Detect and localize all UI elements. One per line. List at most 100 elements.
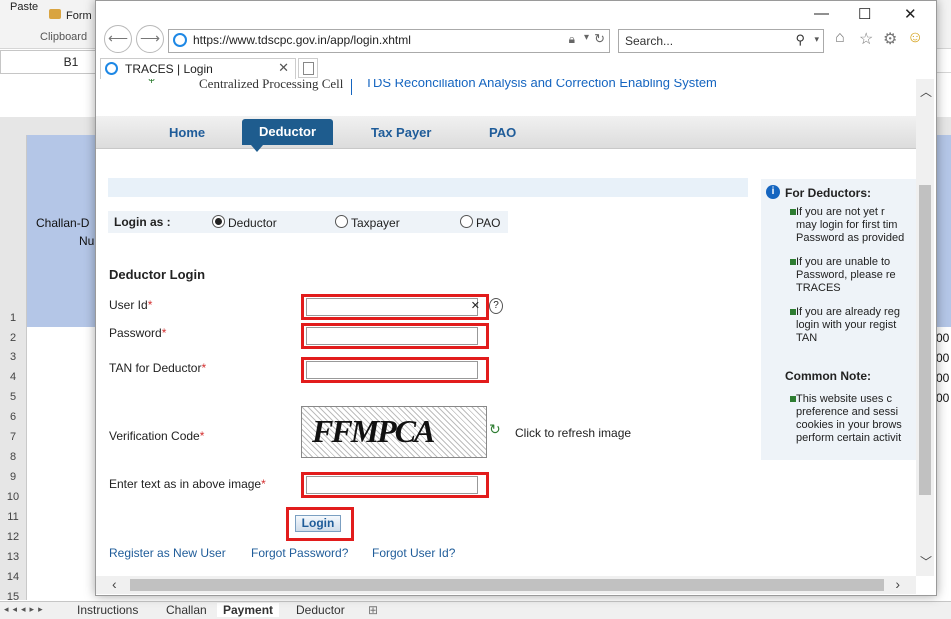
cell-value[interactable]: 00: [936, 331, 949, 345]
cell-value[interactable]: 00: [936, 351, 949, 365]
paste-button[interactable]: Paste: [10, 1, 38, 13]
close-icon[interactable]: ✕: [904, 5, 917, 23]
sheet-tab-challan[interactable]: Challan: [166, 603, 207, 617]
row-number[interactable]: 7: [0, 431, 26, 443]
scroll-down-icon[interactable]: ﹀: [920, 553, 932, 570]
sheet-nav-arrows-icon[interactable]: ◂◂◂▸▸: [4, 604, 47, 615]
login-button[interactable]: Login: [295, 515, 341, 532]
vertical-scrollbar[interactable]: ︿ ﹀: [916, 79, 934, 576]
nav-pao[interactable]: PAO: [489, 125, 516, 140]
search-box[interactable]: Search... ⚲ ▾: [618, 29, 824, 53]
forgot-password-link[interactable]: Forgot Password?: [251, 546, 348, 560]
vertical-scroll-thumb[interactable]: [919, 185, 931, 495]
row-number[interactable]: 6: [0, 411, 26, 423]
radio-deductor[interactable]: [212, 215, 225, 228]
row-number[interactable]: 5: [0, 391, 26, 403]
refresh-captcha-text[interactable]: Click to refresh image: [515, 426, 631, 440]
format-painter-label[interactable]: Form: [66, 10, 92, 22]
verification-label-text: Verification Code: [109, 429, 200, 443]
captcha-text: FFMPCA: [312, 413, 435, 449]
cell-value[interactable]: 00: [936, 391, 949, 405]
row-number[interactable]: 4: [0, 371, 26, 383]
user-id-input[interactable]: [306, 298, 478, 316]
row-number[interactable]: 2: [0, 332, 26, 344]
row-number[interactable]: 10: [0, 491, 26, 503]
row-number[interactable]: 14: [0, 571, 26, 583]
header-cell-right[interactable]: [935, 135, 951, 327]
format-painter-icon[interactable]: [49, 9, 61, 19]
cell-value[interactable]: 00: [936, 371, 949, 385]
row-number[interactable]: 9: [0, 471, 26, 483]
radio-taxpayer[interactable]: [335, 215, 348, 228]
radio-taxpayer-label[interactable]: Taxpayer: [351, 216, 400, 230]
active-nav-caret-icon: [251, 145, 263, 152]
browser-tab[interactable]: TRACES | Login ✕: [100, 58, 296, 79]
minimize-icon[interactable]: —: [814, 5, 829, 22]
required-marker: *: [261, 477, 266, 491]
row-number[interactable]: 8: [0, 451, 26, 463]
back-arrow-icon[interactable]: ⟵: [104, 25, 132, 53]
row-number[interactable]: 13: [0, 551, 26, 563]
horizontal-scroll-thumb[interactable]: [130, 579, 884, 591]
close-tab-icon[interactable]: ✕: [278, 60, 289, 76]
maximize-icon[interactable]: ☐: [858, 5, 871, 23]
chevron-down-icon[interactable]: ▾: [814, 34, 819, 45]
sheet-tab-deductor[interactable]: Deductor: [296, 603, 345, 617]
scroll-up-icon[interactable]: ︿: [920, 83, 932, 100]
tan-field[interactable]: [301, 357, 489, 383]
new-tab-button[interactable]: [298, 58, 318, 78]
info-band: [108, 178, 748, 197]
ie-logo-icon: [173, 33, 187, 47]
row-number[interactable]: 12: [0, 531, 26, 543]
password-input[interactable]: [306, 327, 478, 345]
captcha-field[interactable]: [301, 472, 489, 498]
password-field[interactable]: [301, 323, 489, 349]
home-icon[interactable]: ⌂: [835, 29, 845, 47]
register-link[interactable]: Register as New User: [109, 546, 226, 560]
nav-tax-payer[interactable]: Tax Payer: [371, 125, 431, 140]
captcha-input[interactable]: [306, 476, 478, 494]
tan-label-text: TAN for Deductor: [109, 361, 202, 375]
address-bar[interactable]: https://www.tdscpc.gov.in/app/login.xhtm…: [168, 29, 610, 53]
row-headers: 1 2 3 4 5 6 7 8 9 10 11 12 13 14 15: [0, 135, 27, 603]
cell-text-line2: Nu: [79, 234, 95, 248]
sidebar-item: If you are unable to Password, please re…: [796, 256, 896, 294]
favorites-star-icon[interactable]: ☆: [859, 29, 873, 49]
nav-deductor[interactable]: Deductor: [242, 119, 334, 145]
row-number[interactable]: 3: [0, 351, 26, 363]
refresh-icon[interactable]: ↻: [594, 31, 605, 47]
new-sheet-icon[interactable]: ⊞: [368, 603, 378, 617]
nav-home[interactable]: Home: [169, 125, 205, 140]
sheet-tab-payment[interactable]: Payment: [217, 603, 280, 617]
chevron-down-icon[interactable]: ▾: [584, 32, 589, 43]
help-icon[interactable]: ?: [489, 298, 503, 314]
radio-pao-label[interactable]: PAO: [476, 216, 500, 230]
horizontal-scrollbar[interactable]: ‹ ›: [96, 576, 916, 594]
user-id-field[interactable]: ✕: [301, 294, 489, 320]
refresh-captcha-icon[interactable]: ↻: [489, 421, 501, 438]
captcha-input-label-text: Enter text as in above image: [109, 477, 262, 491]
cpc-title: Centralized Processing Cell: [199, 79, 344, 91]
scroll-right-icon[interactable]: ›: [895, 576, 900, 592]
url-text[interactable]: https://www.tdscpc.gov.in/app/login.xhtm…: [193, 33, 411, 47]
clear-icon[interactable]: ✕: [471, 299, 480, 312]
header-cell[interactable]: Challan-D Nu: [27, 135, 97, 327]
login-as-label: Login as :: [114, 215, 171, 229]
sheet-tab-instructions[interactable]: Instructions: [77, 603, 138, 617]
smiley-feedback-icon[interactable]: ☺: [907, 29, 923, 47]
scroll-left-icon[interactable]: ‹: [112, 576, 117, 592]
forward-arrow-icon[interactable]: ⟶: [136, 25, 164, 53]
row-number[interactable]: 1: [0, 312, 26, 324]
forgot-user-id-link[interactable]: Forgot User Id?: [372, 546, 455, 560]
sidebar-panel: i For Deductors: If you are not yet r ma…: [761, 179, 916, 460]
radio-pao[interactable]: [460, 215, 473, 228]
lock-icon[interactable]: 🔒︎: [569, 32, 575, 47]
password-label-text: Password: [109, 326, 162, 340]
info-icon: i: [766, 185, 780, 199]
clipboard-group-label: Clipboard: [40, 31, 88, 43]
radio-deductor-label[interactable]: Deductor: [228, 216, 277, 230]
search-icon[interactable]: ⚲: [795, 32, 805, 48]
row-number[interactable]: 11: [0, 511, 26, 523]
tan-input[interactable]: [306, 361, 478, 379]
gear-icon[interactable]: ⚙: [883, 29, 897, 49]
